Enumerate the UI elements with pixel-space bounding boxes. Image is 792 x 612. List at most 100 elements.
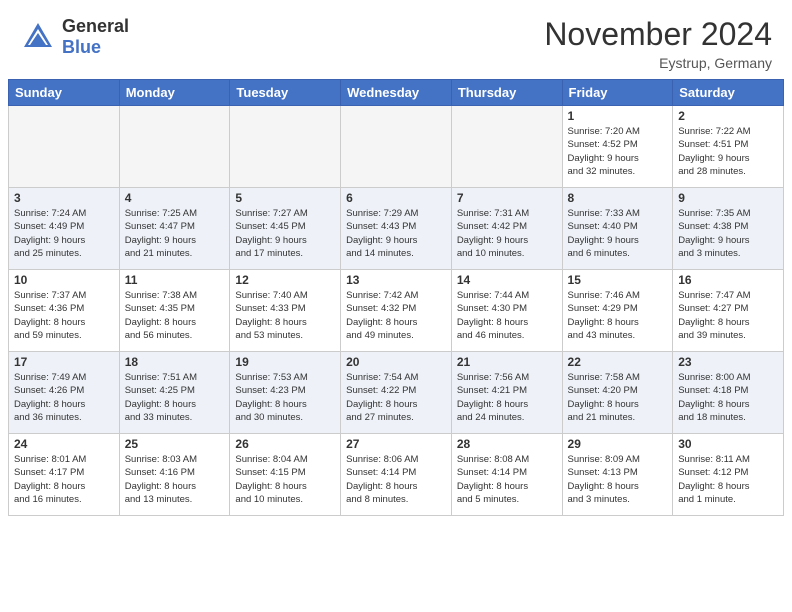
table-row: 20 Sunrise: 7:54 AM Sunset: 4:22 PM Dayli… xyxy=(341,352,452,434)
logo: General Blue xyxy=(20,16,129,58)
day-number: 5 xyxy=(235,191,335,205)
table-row: 29 Sunrise: 8:09 AM Sunset: 4:13 PM Dayli… xyxy=(562,434,673,516)
table-row xyxy=(451,106,562,188)
day-info: Sunrise: 8:06 AM Sunset: 4:14 PM Dayligh… xyxy=(346,453,446,506)
calendar-week-row: 17 Sunrise: 7:49 AM Sunset: 4:26 PM Dayli… xyxy=(9,352,784,434)
day-info: Sunrise: 7:31 AM Sunset: 4:42 PM Dayligh… xyxy=(457,207,557,260)
day-number: 11 xyxy=(125,273,225,287)
day-info: Sunrise: 8:03 AM Sunset: 4:16 PM Dayligh… xyxy=(125,453,225,506)
day-info: Sunrise: 7:40 AM Sunset: 4:33 PM Dayligh… xyxy=(235,289,335,342)
table-row: 1Sunrise: 7:20 AM Sunset: 4:52 PM Daylig… xyxy=(562,106,673,188)
table-row: 14Sunrise: 7:44 AM Sunset: 4:30 PM Dayli… xyxy=(451,270,562,352)
day-info: Sunrise: 7:22 AM Sunset: 4:51 PM Dayligh… xyxy=(678,125,778,178)
day-number: 13 xyxy=(346,273,446,287)
col-sunday: Sunday xyxy=(9,80,120,106)
day-number: 6 xyxy=(346,191,446,205)
table-row: 25 Sunrise: 8:03 AM Sunset: 4:16 PM Dayli… xyxy=(119,434,230,516)
col-wednesday: Wednesday xyxy=(341,80,452,106)
day-info: Sunrise: 8:11 AM Sunset: 4:12 PM Dayligh… xyxy=(678,453,778,506)
col-monday: Monday xyxy=(119,80,230,106)
calendar-week-row: 10Sunrise: 7:37 AM Sunset: 4:36 PM Dayli… xyxy=(9,270,784,352)
table-row: 10Sunrise: 7:37 AM Sunset: 4:36 PM Dayli… xyxy=(9,270,120,352)
table-row: 17 Sunrise: 7:49 AM Sunset: 4:26 PM Dayli… xyxy=(9,352,120,434)
day-info: Sunrise: 7:54 AM Sunset: 4:22 PM Dayligh… xyxy=(346,371,446,424)
day-info: Sunrise: 8:09 AM Sunset: 4:13 PM Dayligh… xyxy=(568,453,668,506)
day-number: 20 xyxy=(346,355,446,369)
day-info: Sunrise: 8:00 AM Sunset: 4:18 PM Dayligh… xyxy=(678,371,778,424)
table-row: 26 Sunrise: 8:04 AM Sunset: 4:15 PM Dayli… xyxy=(230,434,341,516)
table-row: 16 Sunrise: 7:47 AM Sunset: 4:27 PM Dayli… xyxy=(673,270,784,352)
table-row: 5 Sunrise: 7:27 AM Sunset: 4:45 PM Daylig… xyxy=(230,188,341,270)
day-info: Sunrise: 8:01 AM Sunset: 4:17 PM Dayligh… xyxy=(14,453,114,506)
table-row xyxy=(230,106,341,188)
table-row xyxy=(9,106,120,188)
day-number: 28 xyxy=(457,437,557,451)
table-row: 4 Sunrise: 7:25 AM Sunset: 4:47 PM Daylig… xyxy=(119,188,230,270)
table-row xyxy=(341,106,452,188)
day-info: Sunrise: 7:56 AM Sunset: 4:21 PM Dayligh… xyxy=(457,371,557,424)
day-info: Sunrise: 7:25 AM Sunset: 4:47 PM Dayligh… xyxy=(125,207,225,260)
table-row xyxy=(119,106,230,188)
col-friday: Friday xyxy=(562,80,673,106)
location: Eystrup, Germany xyxy=(544,55,772,71)
calendar-week-row: 3 Sunrise: 7:24 AM Sunset: 4:49 PM Daylig… xyxy=(9,188,784,270)
day-info: Sunrise: 7:42 AM Sunset: 4:32 PM Dayligh… xyxy=(346,289,446,342)
page-header: General Blue November 2024 Eystrup, Germ… xyxy=(0,0,792,79)
table-row: 28 Sunrise: 8:08 AM Sunset: 4:14 PM Dayli… xyxy=(451,434,562,516)
col-thursday: Thursday xyxy=(451,80,562,106)
day-info: Sunrise: 7:58 AM Sunset: 4:20 PM Dayligh… xyxy=(568,371,668,424)
logo-general-text: General xyxy=(62,16,129,37)
day-number: 25 xyxy=(125,437,225,451)
table-row: 9 Sunrise: 7:35 AM Sunset: 4:38 PM Daylig… xyxy=(673,188,784,270)
day-number: 23 xyxy=(678,355,778,369)
day-number: 4 xyxy=(125,191,225,205)
day-number: 3 xyxy=(14,191,114,205)
table-row: 22 Sunrise: 7:58 AM Sunset: 4:20 PM Dayli… xyxy=(562,352,673,434)
month-title: November 2024 xyxy=(544,16,772,53)
day-number: 24 xyxy=(14,437,114,451)
day-number: 16 xyxy=(678,273,778,287)
logo-blue-text: Blue xyxy=(62,37,129,58)
calendar-week-row: 1Sunrise: 7:20 AM Sunset: 4:52 PM Daylig… xyxy=(9,106,784,188)
day-number: 19 xyxy=(235,355,335,369)
day-info: Sunrise: 7:37 AM Sunset: 4:36 PM Dayligh… xyxy=(14,289,114,342)
table-row: 18 Sunrise: 7:51 AM Sunset: 4:25 PM Dayli… xyxy=(119,352,230,434)
table-row: 11 Sunrise: 7:38 AM Sunset: 4:35 PM Dayli… xyxy=(119,270,230,352)
day-info: Sunrise: 7:29 AM Sunset: 4:43 PM Dayligh… xyxy=(346,207,446,260)
calendar-header-row: Sunday Monday Tuesday Wednesday Thursday… xyxy=(9,80,784,106)
day-number: 18 xyxy=(125,355,225,369)
day-info: Sunrise: 7:24 AM Sunset: 4:49 PM Dayligh… xyxy=(14,207,114,260)
day-number: 22 xyxy=(568,355,668,369)
day-info: Sunrise: 7:49 AM Sunset: 4:26 PM Dayligh… xyxy=(14,371,114,424)
day-number: 9 xyxy=(678,191,778,205)
day-info: Sunrise: 7:35 AM Sunset: 4:38 PM Dayligh… xyxy=(678,207,778,260)
day-info: Sunrise: 7:53 AM Sunset: 4:23 PM Dayligh… xyxy=(235,371,335,424)
logo-icon xyxy=(20,19,56,55)
day-number: 30 xyxy=(678,437,778,451)
day-number: 26 xyxy=(235,437,335,451)
col-saturday: Saturday xyxy=(673,80,784,106)
table-row: 8Sunrise: 7:33 AM Sunset: 4:40 PM Daylig… xyxy=(562,188,673,270)
day-info: Sunrise: 8:08 AM Sunset: 4:14 PM Dayligh… xyxy=(457,453,557,506)
table-row: 7 Sunrise: 7:31 AM Sunset: 4:42 PM Daylig… xyxy=(451,188,562,270)
day-info: Sunrise: 7:51 AM Sunset: 4:25 PM Dayligh… xyxy=(125,371,225,424)
day-number: 14 xyxy=(457,273,557,287)
table-row: 2 Sunrise: 7:22 AM Sunset: 4:51 PM Daylig… xyxy=(673,106,784,188)
day-number: 1 xyxy=(568,109,668,123)
col-tuesday: Tuesday xyxy=(230,80,341,106)
day-number: 29 xyxy=(568,437,668,451)
day-number: 2 xyxy=(678,109,778,123)
day-info: Sunrise: 7:38 AM Sunset: 4:35 PM Dayligh… xyxy=(125,289,225,342)
day-number: 17 xyxy=(14,355,114,369)
table-row: 12Sunrise: 7:40 AM Sunset: 4:33 PM Dayli… xyxy=(230,270,341,352)
calendar-table: Sunday Monday Tuesday Wednesday Thursday… xyxy=(8,79,784,516)
day-info: Sunrise: 8:04 AM Sunset: 4:15 PM Dayligh… xyxy=(235,453,335,506)
day-number: 21 xyxy=(457,355,557,369)
table-row: 27 Sunrise: 8:06 AM Sunset: 4:14 PM Dayli… xyxy=(341,434,452,516)
table-row: 30 Sunrise: 8:11 AM Sunset: 4:12 PM Dayli… xyxy=(673,434,784,516)
day-number: 27 xyxy=(346,437,446,451)
day-info: Sunrise: 7:27 AM Sunset: 4:45 PM Dayligh… xyxy=(235,207,335,260)
day-info: Sunrise: 7:47 AM Sunset: 4:27 PM Dayligh… xyxy=(678,289,778,342)
day-number: 7 xyxy=(457,191,557,205)
table-row: 13 Sunrise: 7:42 AM Sunset: 4:32 PM Dayli… xyxy=(341,270,452,352)
